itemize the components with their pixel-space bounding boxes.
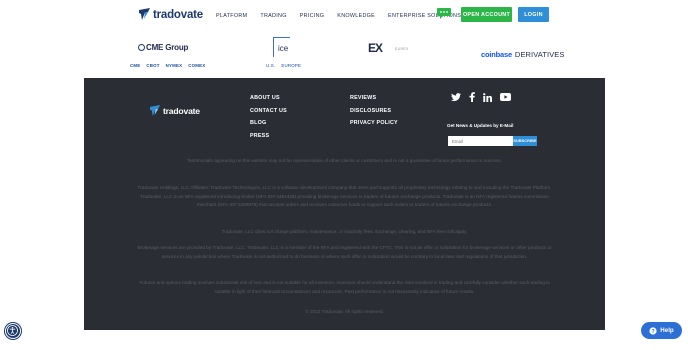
tradovate-logo-icon	[139, 8, 150, 20]
footer-link-contact-us[interactable]: CONTACT US	[250, 108, 287, 114]
footer-link-blog[interactable]: BLOG	[250, 120, 287, 126]
chat-icon[interactable]	[437, 8, 451, 19]
footer-logo-text: tradovate	[163, 106, 200, 116]
cme-name: CME Group	[146, 43, 189, 52]
footer-links-company: ABOUT US CONTACT US BLOG PRESS	[250, 95, 287, 139]
twitter-icon[interactable]	[451, 92, 461, 102]
footer-link-disclosures[interactable]: DISCLOSURES	[350, 108, 398, 114]
copyright: © 2022 Tradovate. All rights reserved.	[305, 309, 384, 314]
email-field[interactable]	[448, 136, 513, 146]
footer-link-press[interactable]: PRESS	[250, 133, 287, 139]
footer-link-about-us[interactable]: ABOUT US	[250, 95, 287, 101]
social-links	[451, 92, 511, 102]
cme-exchanges: CME CBOT NYMEX COMEX	[130, 63, 205, 68]
help-button[interactable]: ? Help	[641, 322, 682, 339]
coinbase-derivatives-logo: coinbase DERIVATIVES	[481, 50, 565, 59]
disclaimer-risk: Futures and options trading involves sub…	[139, 280, 550, 294]
footer-links-legal: REVIEWS DISCLOSURES PRIVACY POLICY	[350, 95, 398, 126]
site-footer: tradovate ABOUT US CONTACT US BLOG PRESS…	[84, 78, 605, 330]
subscribe-button[interactable]: SUBSCRIBE	[513, 136, 537, 146]
disclaimer-brokerage: Brokerage services are provided by Trado…	[137, 245, 552, 259]
nav-trading[interactable]: TRADING	[260, 13, 286, 19]
eurex-logo-subtext: EUREX	[395, 47, 409, 51]
cme-globe-icon	[138, 44, 145, 51]
main-nav: PLATFORM TRADING PRICING KNOWLEDGE ENTER…	[216, 13, 474, 19]
cme-exchange: NYMEX	[165, 63, 183, 68]
disclaimer-affiliates: Tradovate Holdings, LLC Affiliates: Trad…	[137, 185, 552, 208]
accessibility-icon	[7, 325, 18, 336]
login-button[interactable]: LOGIN	[518, 7, 549, 22]
footer-link-privacy-policy[interactable]: PRIVACY POLICY	[350, 120, 398, 126]
coinbase-suffix: DERIVATIVES	[514, 50, 565, 59]
youtube-icon[interactable]	[500, 93, 511, 101]
disclaimer-fees: Tradovate, LLC does not charge platform,…	[221, 229, 468, 234]
ice-logo-text: ice	[278, 44, 289, 53]
accessibility-button[interactable]	[5, 323, 21, 339]
eurex-logo: EX	[368, 41, 383, 55]
exchange-partners: CME Group CME CBOT NYMEX COMEX ice U.S. …	[0, 32, 688, 78]
cme-exchange: CME	[130, 63, 141, 68]
help-label: Help	[660, 327, 674, 334]
coinbase-brand: coinbase	[481, 50, 512, 59]
nav-knowledge[interactable]: KNOWLEDGE	[337, 13, 375, 19]
cme-exchange: COMEX	[188, 63, 206, 68]
nav-platform[interactable]: PLATFORM	[216, 13, 247, 19]
disclaimer-testimonials: Testimonials appearing on this website m…	[186, 158, 502, 163]
footer-logo[interactable]: tradovate	[150, 105, 200, 117]
site-header: tradovate PLATFORM TRADING PRICING KNOWL…	[0, 0, 688, 32]
help-icon: ?	[649, 326, 657, 335]
linkedin-icon[interactable]	[483, 92, 492, 102]
ice-regions: U.S. EUROPE	[266, 63, 301, 68]
tradovate-logo-icon	[150, 105, 161, 117]
footer-link-reviews[interactable]: REVIEWS	[350, 95, 398, 101]
logo-text: tradovate	[153, 8, 203, 21]
nav-pricing[interactable]: PRICING	[300, 13, 325, 19]
tradovate-logo[interactable]: tradovate	[139, 8, 203, 21]
cme-group-logo: CME Group	[138, 43, 188, 52]
ice-region: EUROPE	[281, 63, 302, 68]
facebook-icon[interactable]	[469, 92, 475, 102]
open-account-button[interactable]: OPEN ACCOUNT	[461, 7, 512, 22]
newsletter-label: Get News & Updates by E-Mail	[447, 123, 514, 128]
ice-region: U.S.	[266, 63, 276, 68]
cme-exchange: CBOT	[146, 63, 160, 68]
